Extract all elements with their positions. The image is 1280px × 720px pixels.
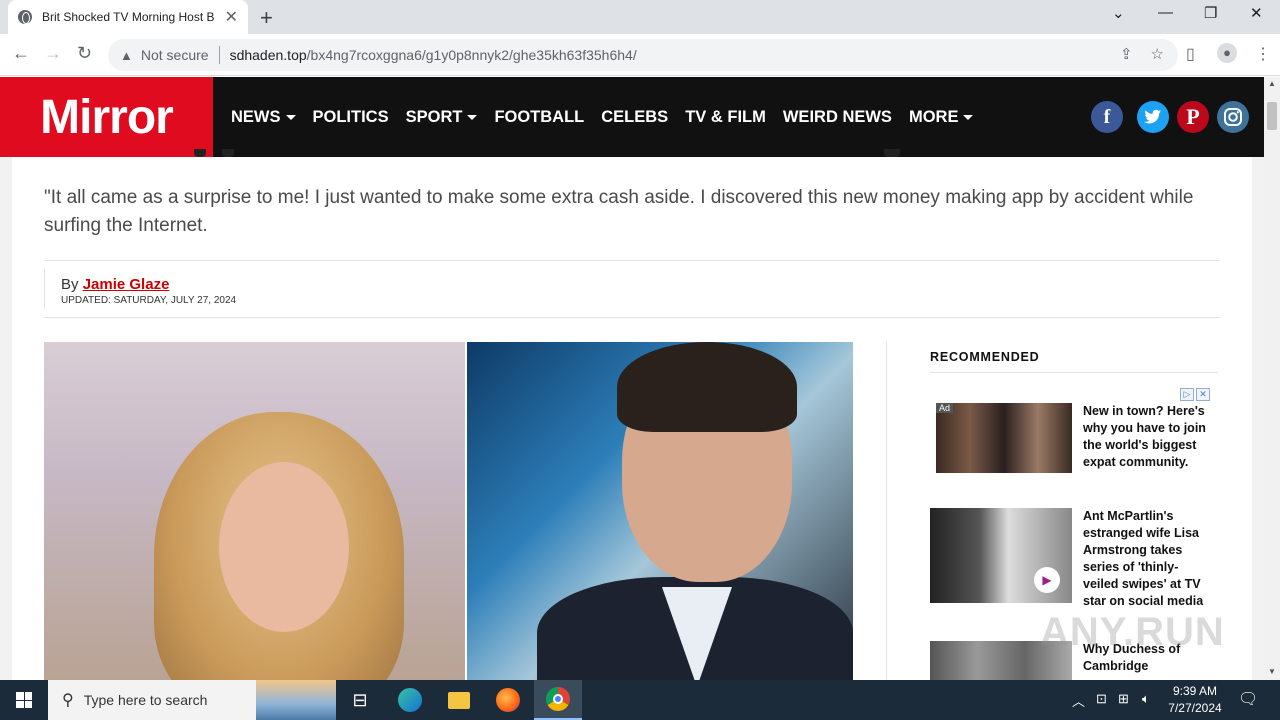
nav-politics[interactable]: POLITICS — [313, 108, 389, 127]
page-viewport: Mirror NEWS POLITICS SPORT FOOTBALL CELE… — [0, 77, 1264, 680]
site-header: Mirror NEWS POLITICS SPORT FOOTBALL CELE… — [0, 77, 1264, 157]
hero-photo-right — [467, 342, 853, 680]
byline-text: By Jamie Glaze — [61, 276, 169, 293]
recommended-thumbnail: Ad — [936, 403, 1072, 473]
tab-title: Brit Shocked TV Morning Host B — [42, 10, 214, 24]
back-icon[interactable]: ← — [12, 43, 30, 64]
scrollbar-thumb[interactable] — [1267, 102, 1277, 130]
chrome-icon[interactable] — [534, 680, 582, 720]
hero-photo-left — [44, 342, 465, 680]
ad-choices[interactable]: ▷ ✕ — [1180, 388, 1210, 401]
taskbar: ⚲ Type here to search ⊟ ︿ ⊡ ⊞ 🔈︎ 9:39 AM… — [0, 680, 1280, 720]
firefox-icon[interactable] — [484, 680, 532, 720]
hero-image[interactable] — [44, 342, 853, 680]
start-button[interactable] — [0, 680, 48, 720]
security-label[interactable]: Not secure — [141, 47, 209, 63]
play-icon[interactable]: ▶ — [1034, 567, 1060, 593]
reload-icon[interactable]: ↻ — [77, 43, 92, 64]
menu-icon[interactable]: ⋮ — [1255, 44, 1271, 64]
windows-icon — [16, 692, 32, 708]
browser-tab[interactable]: Brit Shocked TV Morning Host B ✕ — [8, 0, 248, 34]
ethernet-icon[interactable]: ⊞ — [1118, 691, 1129, 707]
bookmark-star-icon[interactable]: ☆ — [1151, 45, 1164, 63]
nav-more[interactable]: MORE — [909, 108, 974, 127]
ad-label: Ad — [936, 403, 954, 413]
globe-icon — [18, 10, 32, 24]
profile-icon[interactable]: ● — [1217, 43, 1237, 63]
new-tab-icon[interactable]: + — [260, 5, 273, 31]
browser-toolbar: ← → ↻ ▲ Not secure sdhaden.top/bx4ng7rco… — [0, 34, 1280, 76]
chevron-down-icon — [963, 114, 974, 120]
updated-date: UPDATED: SATURDAY, JULY 27, 2024 — [61, 295, 237, 306]
volume-icon[interactable]: 🔈︎ — [1142, 691, 1150, 707]
file-explorer-icon[interactable] — [435, 680, 483, 720]
photo-face-shape — [219, 462, 349, 632]
main-nav: NEWS POLITICS SPORT FOOTBALL CELEBS TV &… — [231, 77, 974, 157]
network-status-icon[interactable]: ⊡ — [1096, 691, 1107, 707]
nav-news[interactable]: NEWS — [231, 108, 296, 127]
task-view-icon[interactable]: ⊟ — [336, 680, 384, 720]
close-window-icon[interactable]: ✕ — [1250, 4, 1263, 22]
search-placeholder: Type here to search — [83, 692, 208, 708]
adchoices-icon[interactable]: ▷ — [1180, 388, 1194, 401]
restore-icon[interactable]: ❐ — [1204, 4, 1217, 22]
nav-tv-film[interactable]: TV & FILM — [685, 108, 766, 127]
recommended-rule — [930, 372, 1218, 373]
facebook-icon[interactable]: f — [1091, 101, 1123, 133]
pinterest-icon[interactable]: P — [1177, 101, 1209, 133]
scroll-down-icon[interactable]: ▼ — [1268, 667, 1276, 676]
scroll-up-icon[interactable]: ▲ — [1268, 79, 1276, 88]
anyrun-watermark: ANY.RUN — [1040, 610, 1225, 654]
mirror-logo[interactable]: Mirror — [0, 77, 213, 157]
search-highlight-image — [256, 680, 336, 720]
recommended-headline[interactable]: Ant McPartlin's estranged wife Lisa Arms… — [1083, 508, 1211, 610]
nav-celebs[interactable]: CELEBS — [601, 108, 668, 127]
twitter-icon[interactable] — [1137, 101, 1169, 133]
headline-cutoff — [44, 149, 904, 159]
side-panel-icon[interactable]: ▯ — [1186, 44, 1195, 64]
edge-icon[interactable] — [386, 680, 434, 720]
clock-date: 7/27/2024 — [1168, 701, 1222, 715]
warning-icon[interactable]: ▲ — [120, 48, 133, 63]
chevron-up-icon[interactable]: ︿ — [1072, 691, 1085, 710]
nav-weird-news[interactable]: WEIRD NEWS — [783, 108, 892, 127]
tab-search-icon[interactable]: ⌄ — [1112, 4, 1125, 22]
clock[interactable]: 9:39 AM 7/27/2024 — [1160, 683, 1230, 717]
photo-hair-shape — [617, 342, 797, 432]
divider — [218, 46, 220, 64]
instagram-icon[interactable] — [1217, 101, 1249, 133]
byline: By Jamie Glaze UPDATED: SATURDAY, JULY 2… — [44, 260, 1220, 318]
clock-time: 9:39 AM — [1172, 684, 1218, 698]
address-bar[interactable]: ▲ Not secure sdhaden.top/bx4ng7rcoxggna6… — [108, 39, 1178, 71]
byline-divider — [44, 269, 45, 309]
tab-strip: Brit Shocked TV Morning Host B ✕ + ⌄ — ❐… — [0, 0, 1280, 34]
author-link[interactable]: Jamie Glaze — [83, 276, 170, 293]
chevron-down-icon — [467, 114, 478, 120]
chevron-down-icon — [285, 114, 296, 120]
page-scrollbar[interactable]: ▲ ▼ — [1264, 77, 1280, 680]
minimize-icon[interactable]: — — [1158, 4, 1173, 21]
sidebar-divider — [886, 342, 887, 680]
nav-football[interactable]: FOOTBALL — [494, 108, 584, 127]
url-host[interactable]: sdhaden.top — [230, 47, 307, 63]
nav-sport[interactable]: SPORT — [406, 108, 478, 127]
taskbar-search[interactable]: ⚲ Type here to search — [48, 680, 336, 720]
logo-text: Mirror — [40, 90, 174, 144]
recommended-headline[interactable]: New in town? Here's why you have to join… — [1083, 403, 1211, 471]
byline-prefix: By — [61, 276, 83, 293]
close-tab-icon[interactable]: ✕ — [225, 7, 238, 27]
share-icon[interactable]: ⇪ — [1120, 45, 1133, 63]
notifications-icon[interactable]: 🗨︎ — [1238, 689, 1258, 709]
article-lede: "It all came as a surprise to me! I just… — [44, 187, 1194, 236]
recommended-thumbnail: ▶ — [930, 508, 1072, 603]
url-path[interactable]: /bx4ng7rcoxggna6/g1y0p8nnyk2/ghe35kh63f3… — [307, 47, 637, 63]
search-icon: ⚲ — [62, 692, 74, 709]
recommended-heading: RECOMMENDED — [930, 350, 1040, 364]
close-ad-icon[interactable]: ✕ — [1196, 388, 1210, 401]
forward-icon[interactable]: → — [44, 43, 62, 64]
